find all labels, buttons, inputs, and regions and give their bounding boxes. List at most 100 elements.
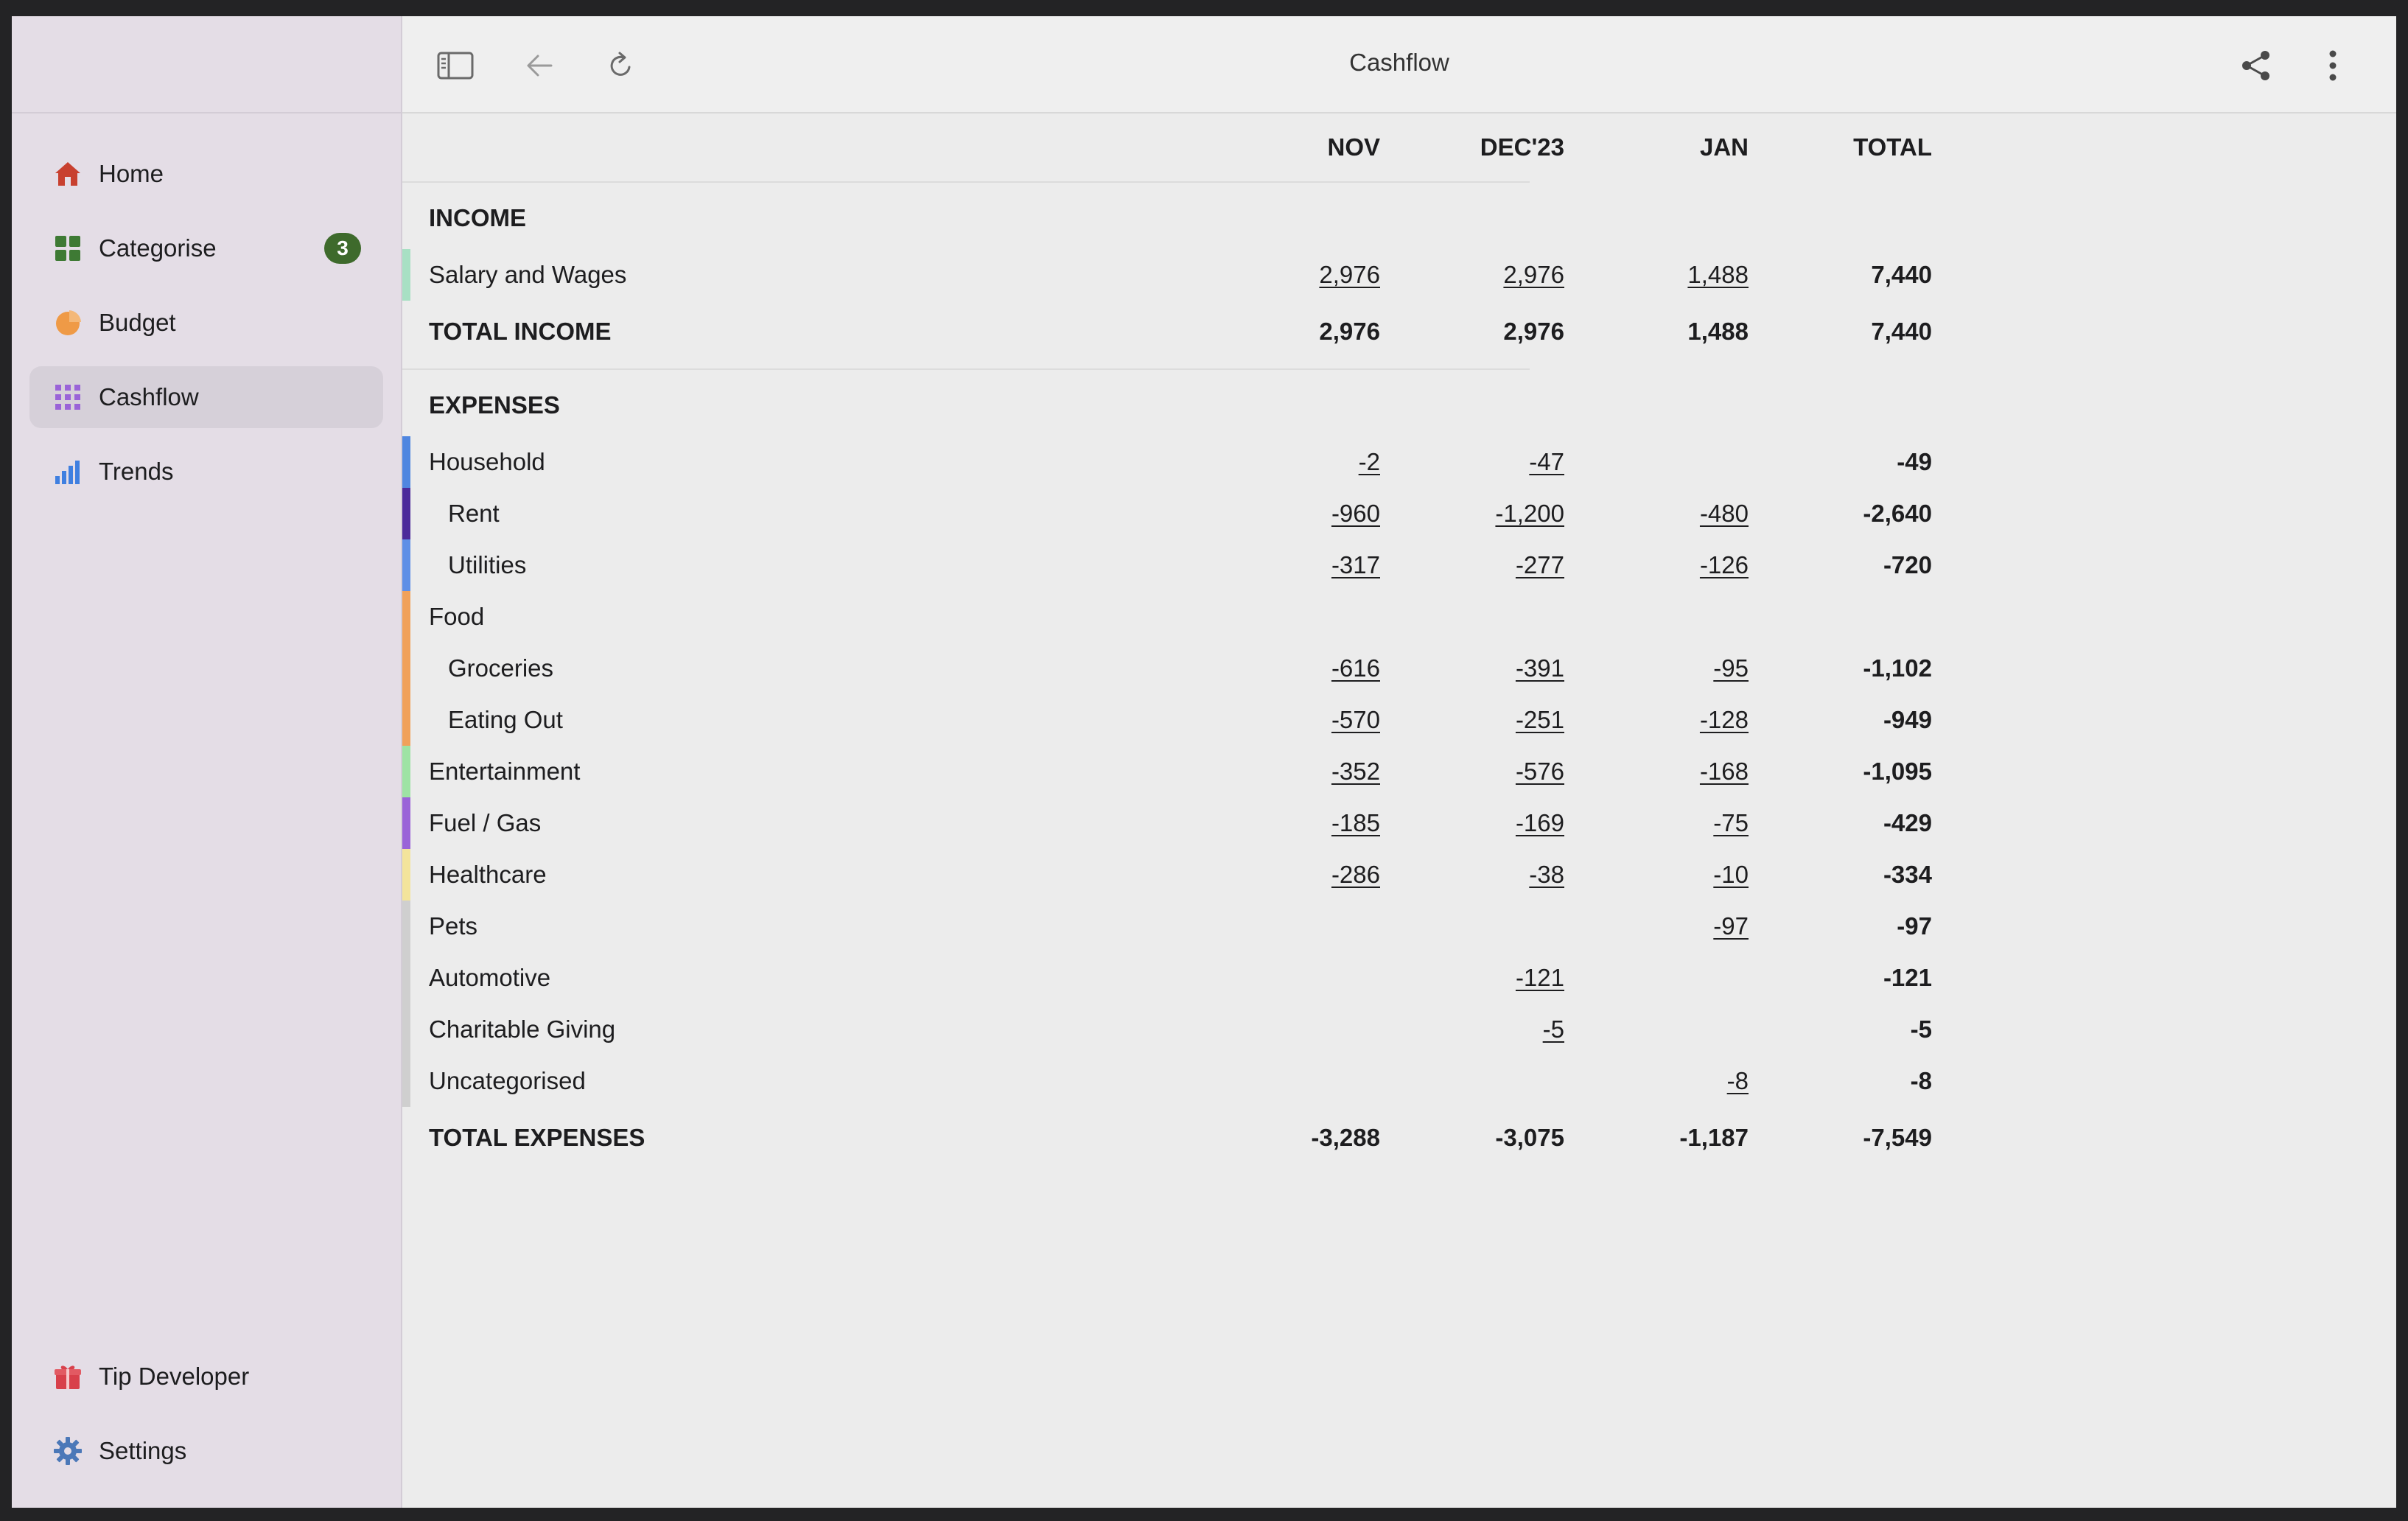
table-row: Charitable Giving -5 -5 [402,1004,1932,1055]
amount-cell[interactable]: 2,976 [1233,249,1380,301]
table-row: Rent -960 -1,200 -480 -2,640 [402,488,1932,539]
amount-cell[interactable]: -352 [1233,746,1380,797]
dot-grid-icon [53,382,83,412]
sidebar-header [12,16,401,113]
sidebar-item-settings[interactable]: Settings [29,1420,383,1482]
amount-cell[interactable]: -95 [1601,643,1749,694]
income-section-title: INCOME [402,183,1530,249]
amount-cell[interactable]: -2 [1233,436,1380,488]
sidebar-item-label: Budget [99,309,176,336]
row-total-cell: 7,440 [1871,261,1932,288]
sidebar-item-budget[interactable]: Budget [29,292,383,354]
total-expenses-row: TOTAL EXPENSES -3,288 -3,075 -1,187 -7,5… [402,1107,1932,1175]
category-color-strip [402,694,410,746]
row-total-cell: -1,095 [1863,758,1932,785]
bar-chart-icon [53,457,83,486]
amount-cell[interactable]: -8 [1601,1055,1749,1107]
category-color-strip [402,952,410,1004]
table-row: Uncategorised -8 -8 [402,1055,1932,1107]
table-row: Eating Out -570 -251 -128 -949 [402,694,1932,746]
amount-cell[interactable]: -251 [1417,694,1564,746]
amount-cell[interactable]: -960 [1233,488,1380,539]
amount-cell[interactable]: -616 [1233,643,1380,694]
amount-cell[interactable]: -286 [1233,849,1380,901]
more-options-button[interactable] [2314,49,2352,83]
amount-cell[interactable]: -47 [1417,436,1564,488]
amount-cell[interactable]: -317 [1233,539,1380,591]
amount-cell[interactable]: -277 [1417,539,1564,591]
sidebar-nav: Home Categorise 3 Budget Cashflow Trends [29,143,383,515]
category-label: Fuel / Gas [429,809,542,836]
row-total-cell: -5 [1910,1015,1932,1043]
more-vertical-icon [2329,50,2337,81]
amount-cell[interactable]: -38 [1417,849,1564,901]
table-row: Groceries -616 -391 -95 -1,102 [402,643,1932,694]
pie-chart-icon [53,308,83,338]
sidebar-item-tip-developer[interactable]: Tip Developer [29,1346,383,1408]
amount-cell[interactable]: 2,976 [1417,249,1564,301]
category-color-strip [402,797,410,849]
sidebar-item-label: Categorise [99,234,217,262]
gear-icon [53,1436,83,1466]
category-label: Uncategorised [429,1067,586,1094]
amount-cell[interactable]: -185 [1233,797,1380,849]
sidebar-item-label: Settings [99,1437,187,1464]
sidebar-item-trends[interactable]: Trends [29,441,383,503]
amount-cell[interactable]: -97 [1601,901,1749,952]
amount-cell[interactable]: -391 [1417,643,1564,694]
sidebar-item-home[interactable]: Home [29,143,383,205]
total-expenses-jan: -1,187 [1679,1124,1749,1151]
table-row: Utilities -317 -277 -126 -720 [402,539,1932,591]
row-total-cell: -8 [1910,1067,1932,1094]
amount-cell[interactable]: -75 [1601,797,1749,849]
category-color-strip [402,1004,410,1055]
uncategorised-count-badge: 3 [324,233,361,264]
column-header-dec: DEC'23 [1480,133,1564,161]
gift-icon [53,1362,83,1391]
category-color-strip [402,849,410,901]
sidebar-item-cashflow[interactable]: Cashflow [29,366,383,428]
amount-cell[interactable]: -570 [1233,694,1380,746]
category-label: Salary and Wages [429,261,627,288]
amount-cell[interactable]: 1,488 [1601,249,1749,301]
category-color-strip [402,539,410,591]
total-expenses-nov: -3,288 [1311,1124,1380,1151]
amount-cell[interactable]: -5 [1417,1004,1564,1055]
amount-cell[interactable]: -10 [1601,849,1749,901]
category-label: Pets [429,912,478,940]
amount-cell[interactable]: -126 [1601,539,1749,591]
category-label: Healthcare [429,861,547,888]
category-color-strip [402,643,410,694]
column-header-nov: NOV [1327,133,1380,161]
sidebar-item-label: Trends [99,458,174,485]
sidebar-item-categorise[interactable]: Categorise 3 [29,217,383,279]
amount-cell[interactable]: -121 [1417,952,1564,1004]
table-row: Salary and Wages 2,976 2,976 1,488 7,440 [402,249,1932,301]
table-row: Automotive -121 -121 [402,952,1932,1004]
category-label: Entertainment [429,758,581,785]
share-button[interactable] [2237,49,2275,83]
category-color-strip [402,1055,410,1107]
share-icon [2242,51,2269,80]
amount-cell[interactable]: -480 [1601,488,1749,539]
sidebar-item-label: Cashflow [99,383,199,410]
main-content: Cashflow NOV DEC'23 JAN TOTAL INCOME Sal… [402,16,2396,1508]
page-title: Cashflow [1349,49,1449,76]
table-row: Food [402,591,1530,643]
category-color-strip [402,436,410,488]
amount-cell[interactable]: -1,200 [1417,488,1564,539]
amount-cell[interactable]: -128 [1601,694,1749,746]
amount-cell[interactable]: -169 [1417,797,1564,849]
row-total-cell: -97 [1897,912,1932,940]
section-title: EXPENSES [429,391,560,419]
table-row: Fuel / Gas -185 -169 -75 -429 [402,797,1932,849]
category-label: Household [429,448,545,475]
total-expenses-label: TOTAL EXPENSES [429,1124,645,1151]
amount-cell[interactable]: -168 [1601,746,1749,797]
category-label: Automotive [429,964,551,991]
total-expenses-total: -7,549 [1863,1124,1932,1151]
amount-cell[interactable]: -576 [1417,746,1564,797]
total-expenses-dec: -3,075 [1495,1124,1564,1151]
table-row: Household -2 -47 -49 [402,436,1932,488]
total-income-label: TOTAL INCOME [429,318,612,345]
